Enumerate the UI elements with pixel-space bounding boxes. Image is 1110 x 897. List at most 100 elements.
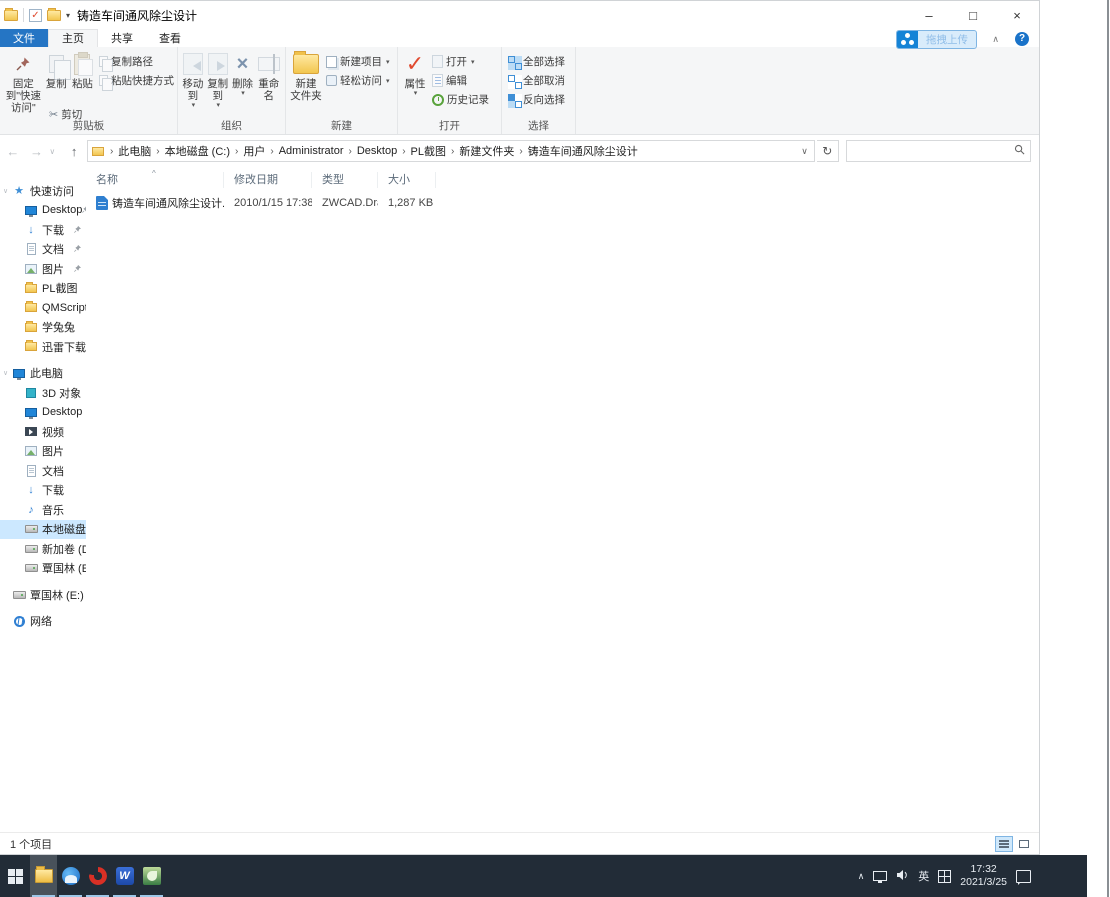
action-center-icon[interactable] (1016, 869, 1031, 885)
ime-language-indicator[interactable]: 英 (918, 868, 929, 884)
sidebar-item-thunder-downloads[interactable]: 迅雷下载 (0, 337, 86, 357)
paste-button[interactable]: 粘贴 (69, 49, 96, 90)
qat-customize-dropdown-icon[interactable]: ▾ (66, 11, 70, 20)
sidebar-item-usb-drive-e[interactable]: 覃国林 (E:) (0, 585, 86, 605)
breadcrumb-users[interactable]: 用户 (240, 143, 268, 159)
sidebar-item-videos[interactable]: 视频 (0, 422, 86, 442)
clock[interactable]: 17:32 2021/3/25 (960, 863, 1007, 889)
sidebar-item-drive-e[interactable]: 覃国林 (E:) (0, 559, 86, 579)
sidebar-item-local-disk-c[interactable]: 本地磁盘 (C:) (0, 519, 86, 539)
properties-button[interactable]: ✓ 属性 ▾ (401, 49, 429, 98)
sidebar-item-this-pc[interactable]: ∨ 此电脑 (0, 364, 86, 384)
taskbar-cad-app[interactable]: W (111, 855, 138, 897)
open-button[interactable]: 打开 ▾ (432, 54, 489, 69)
sidebar-item-pl-screenshots[interactable]: PL截图 (0, 279, 86, 299)
sidebar-item-pictures-qa[interactable]: 图片 (0, 259, 86, 279)
copy-button[interactable]: 复制 (44, 49, 71, 90)
details-view-button[interactable] (995, 835, 1013, 852)
forward-button[interactable]: → (26, 144, 48, 159)
cut-button[interactable]: ✂ 剪切 (49, 107, 82, 122)
breadcrumb-separator: › (156, 145, 160, 157)
tab-view[interactable]: 查看 (146, 29, 194, 47)
maximize-button[interactable]: □ (951, 1, 995, 29)
new-item-button[interactable]: 新建项目 ▾ (326, 54, 390, 69)
collapse-ribbon-icon[interactable]: ∧ (992, 34, 999, 45)
tab-share[interactable]: 共享 (98, 29, 146, 47)
edit-button[interactable]: 编辑 (432, 73, 489, 88)
copy-to-button[interactable]: 复制到 ▾ (206, 49, 230, 110)
breadcrumb-local-disk-c[interactable]: 本地磁盘 (C:) (162, 143, 233, 159)
close-button[interactable]: × (995, 1, 1039, 29)
hidden-icons-chevron-icon[interactable]: ∧ (858, 871, 865, 882)
sidebar-item-downloads-qa[interactable]: ↓ 下载 (0, 220, 86, 240)
document-icon (24, 464, 38, 477)
easy-access-button[interactable]: 轻松访问 ▾ (326, 73, 390, 88)
properties-qat-icon[interactable]: ✓ (29, 8, 42, 22)
address-bar[interactable]: › 此电脑 › 本地磁盘 (C:) › 用户 › Administrator ›… (86, 140, 815, 162)
sidebar-item-network[interactable]: 网络 (0, 612, 86, 632)
sidebar-item-desktop-qa[interactable]: Desktop (0, 201, 86, 221)
sidebar-item-documents[interactable]: 文档 (0, 461, 86, 481)
sidebar-item-xuetutu[interactable]: 学兔兔 (0, 318, 86, 338)
up-button[interactable]: ↑ (63, 144, 85, 159)
breadcrumb-desktop[interactable]: Desktop (354, 145, 400, 157)
search-input[interactable] (846, 145, 1014, 157)
taskbar-file-explorer[interactable] (30, 855, 57, 897)
windows-logo-icon (7, 868, 23, 884)
breadcrumb-separator: › (402, 145, 406, 157)
sidebar-item-desktop[interactable]: Desktop (0, 403, 86, 423)
ime-mode-icon[interactable] (938, 869, 952, 883)
breadcrumb-current-folder[interactable]: 铸造车间通风除尘设计 (525, 143, 641, 159)
column-header-size[interactable]: 大小 (378, 172, 436, 188)
history-button[interactable]: 历史记录 (432, 92, 489, 107)
tab-file[interactable]: 文件 (0, 29, 48, 47)
sidebar-item-pictures[interactable]: 图片 (0, 442, 86, 462)
move-to-button[interactable]: 移动到 ▾ (181, 49, 205, 110)
minimize-button[interactable]: – (907, 1, 951, 29)
chevron-down-icon[interactable]: ∨ (3, 187, 12, 195)
volume-icon[interactable] (896, 869, 909, 884)
sidebar-item-qmscript[interactable]: QMScript (0, 298, 86, 318)
column-header-type[interactable]: 类型 (312, 172, 378, 188)
breadcrumb-new-folder[interactable]: 新建文件夹 (456, 143, 517, 159)
back-button[interactable]: ← (2, 144, 24, 159)
sidebar-item-3d-objects[interactable]: 3D 对象 (0, 383, 86, 403)
nutstore-upload-button[interactable]: 拖拽上传 (896, 30, 977, 49)
sidebar-item-new-volume-d[interactable]: 新加卷 (D:) (0, 539, 86, 559)
breadcrumb-pl-screenshots[interactable]: PL截图 (408, 143, 449, 159)
select-all-button[interactable]: 全部选择 (508, 54, 565, 70)
rename-button[interactable]: 重命名 (255, 49, 282, 102)
select-none-button[interactable]: 全部取消 (508, 73, 565, 89)
taskbar-green-app[interactable] (138, 855, 165, 897)
chevron-down-icon[interactable]: ∨ (3, 369, 12, 377)
address-dropdown-icon[interactable]: ∨ (801, 146, 810, 157)
select-none-label: 全部取消 (523, 75, 565, 87)
select-none-icon (508, 74, 522, 89)
sidebar-item-downloads[interactable]: ↓ 下载 (0, 481, 86, 501)
refresh-button[interactable]: ↻ (816, 140, 839, 162)
new-folder-qat-icon[interactable] (47, 7, 61, 21)
select-all-icon (508, 55, 522, 70)
taskbar-red-app[interactable] (84, 855, 111, 897)
large-icons-view-button[interactable] (1015, 836, 1033, 852)
taskbar-browser-app[interactable] (57, 855, 84, 897)
column-header-date-modified[interactable]: 修改日期 (224, 172, 312, 188)
file-row[interactable]: 铸造车间通风除尘设计.dwg 2010/1/15 17:38 ZWCAD.Dra… (86, 194, 1039, 212)
tab-home[interactable]: 主页 (48, 29, 98, 47)
invert-selection-button[interactable]: 反向选择 (508, 92, 565, 108)
delete-button[interactable]: × 删除 ▾ (231, 49, 255, 98)
column-header-name[interactable]: 名称 ^ (86, 169, 224, 188)
sidebar-item-documents-qa[interactable]: 文档 (0, 240, 86, 260)
sidebar-item-music[interactable]: ♪ 音乐 (0, 500, 86, 520)
sidebar-item-quick-access[interactable]: ∨ ★ 快速访问 (0, 181, 86, 201)
breadcrumb-administrator[interactable]: Administrator (276, 145, 347, 157)
network-status-icon[interactable] (873, 871, 888, 883)
paste-shortcut-button[interactable]: 粘贴快捷方式 (99, 73, 174, 91)
help-icon[interactable]: ? (1015, 32, 1029, 46)
copy-path-button[interactable]: 复制路径 (99, 54, 174, 72)
recent-locations-dropdown-icon[interactable]: ∨ (49, 147, 61, 156)
breadcrumb-this-pc[interactable]: 此电脑 (115, 143, 154, 159)
pin-to-quick-access-button[interactable]: 固定到"快速访问" (3, 49, 44, 114)
start-button[interactable] (0, 855, 30, 897)
new-folder-button[interactable]: 新建 文件夹 (289, 49, 323, 102)
